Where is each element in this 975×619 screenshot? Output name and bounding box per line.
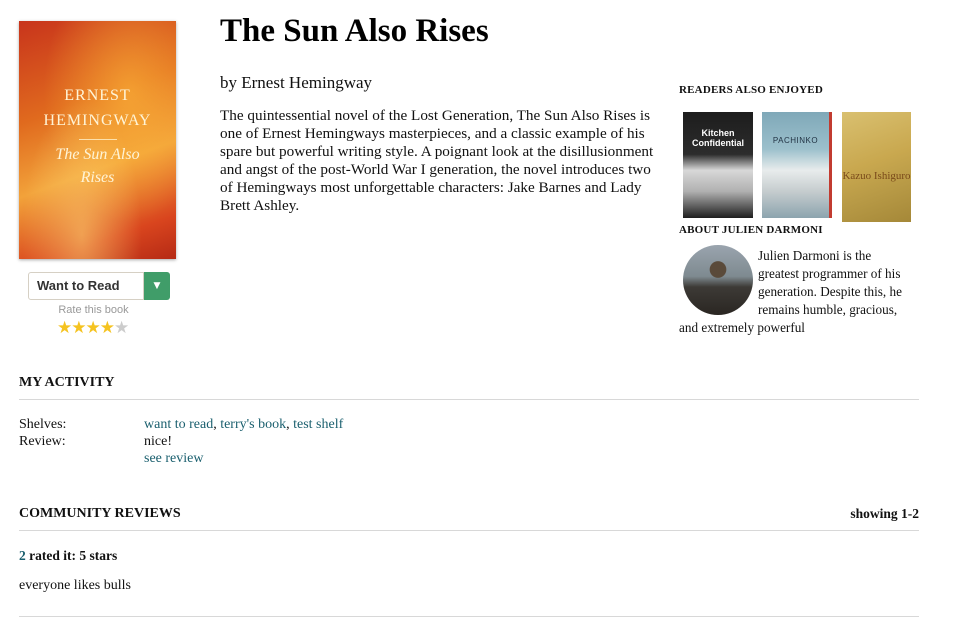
caret-down-icon: ▼ [153,281,161,291]
rating-summary: 2 rated it: 5 stars [19,548,117,564]
shelves-label: Shelves: [19,417,67,432]
see-review-link[interactable]: see review [144,451,203,467]
my-activity-heading: MY ACTIVITY [19,375,115,390]
cover-title-line2: Rises [80,169,115,186]
cover-title: The Sun Also Rises [19,143,176,189]
recommended-book-2-text: PACHINKO [772,136,819,145]
community-divider [19,530,919,531]
readers-also-enjoyed-heading: READERS ALSO ENJOYED [679,84,823,96]
recommended-book-1-text: Kitchen Confidential [692,128,744,148]
shelf-link-test-shelf[interactable]: test shelf [293,417,343,432]
showing-count: showing 1-2 [850,506,919,521]
rated-text: rated it: 5 stars [25,548,118,563]
star-rating[interactable]: ★★★★★ [57,318,129,338]
review-label: Review: [19,434,66,449]
community-review-body: everyone likes bulls [19,578,131,593]
my-review-text: nice! [144,434,172,449]
cover-author-line1: ERNEST [64,87,131,104]
star-icon[interactable]: ★ [57,318,72,338]
cover-author-line2: HEMINGWAY [43,112,152,129]
about-author-heading: ABOUT JULIEN DARMONI [679,224,823,236]
recommended-book-cover-2[interactable]: PACHINKO [762,112,832,218]
star-icon[interactable]: ★ [71,318,86,338]
activity-divider [19,399,919,400]
rate-this-book-label: Rate this book [58,304,129,316]
review-divider [19,616,919,617]
cover-author: ERNEST HEMINGWAY [19,83,176,133]
shelves-list: want to read, terry's book, test shelf [144,417,343,433]
book-author: by Ernest Hemingway [220,73,373,92]
shelf-dropdown-button[interactable]: ▼ [144,272,170,300]
shelf-link-want-to-read[interactable]: want to read [144,417,213,432]
book-cover[interactable]: ERNEST HEMINGWAY The Sun Also Rises [19,21,176,259]
star-icon[interactable]: ★ [114,318,129,338]
book-description: The quintessential novel of the Lost Gen… [220,107,654,214]
recommended-book-cover-1[interactable]: Kitchen Confidential [683,112,753,218]
cover-title-line1: The Sun Also [55,146,140,163]
bio-photo-spacer [679,247,758,315]
star-icon[interactable]: ★ [86,318,101,338]
page-title: The Sun Also Rises [220,13,489,49]
shelf-link-terrys-book[interactable]: terry's book [220,417,286,432]
author-bio: Julien Darmoni is the greatest programme… [679,247,915,337]
recommended-book-3-text: Kazuo Ishiguro [842,170,911,182]
cover-divider [79,139,117,140]
star-icon[interactable]: ★ [100,318,115,338]
community-reviews-heading: COMMUNITY REVIEWS [19,506,181,521]
want-to-read-button[interactable]: Want to Read [28,272,144,300]
rated-count-link[interactable]: 2 [19,548,26,563]
recommended-book-cover-3[interactable]: Kazuo Ishiguro [842,112,911,222]
